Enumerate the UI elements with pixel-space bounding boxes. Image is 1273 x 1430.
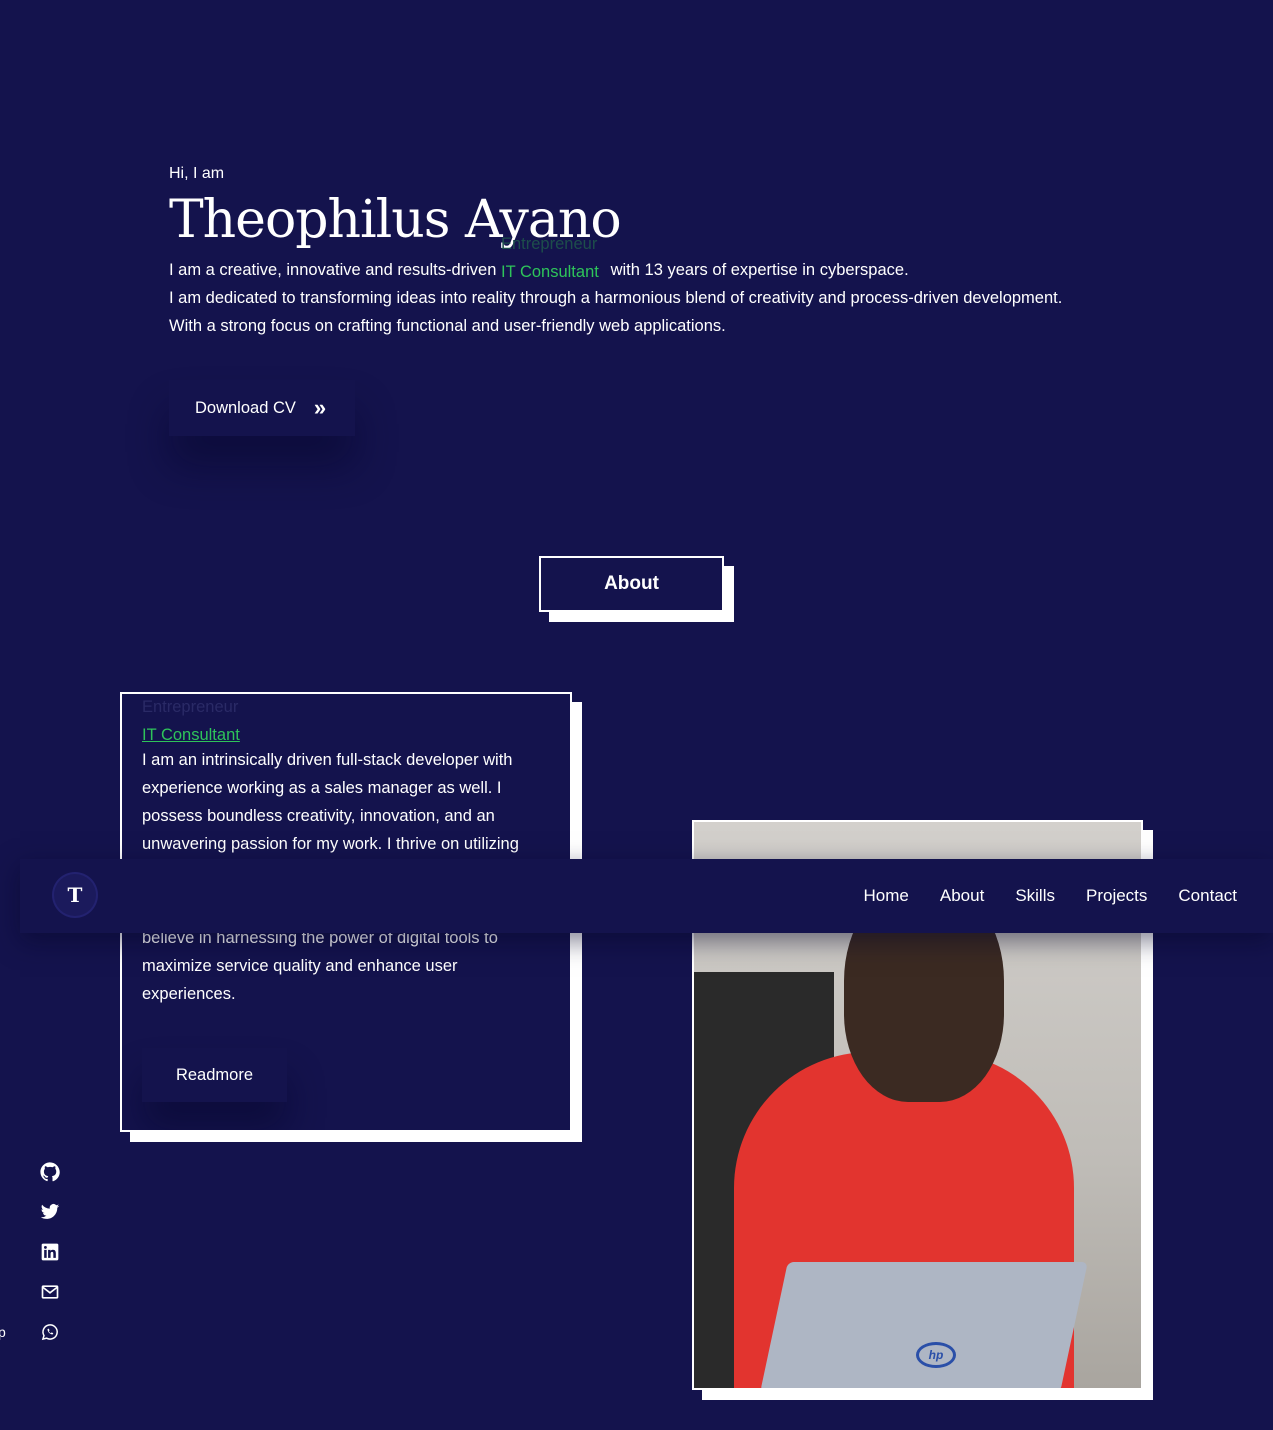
whatsapp-icon[interactable] [40,1322,60,1342]
double-chevron-right-icon: » [313,395,327,420]
social-links [40,1162,60,1342]
about-role-active[interactable]: IT Consultant [142,722,240,748]
download-cv-button[interactable]: Download CV » [169,380,355,436]
nav-link-about[interactable]: About [940,886,984,906]
about-text-line: experiences. [142,985,236,1003]
about-paragraph-top: I am an intrinsically driven full-stack … [142,746,550,858]
nav-link-contact[interactable]: Contact [1178,886,1237,906]
hero-name: Theophilus Ayano [169,190,622,250]
hero-role-active: IT Consultant [501,263,599,281]
linkedin-icon[interactable] [40,1242,60,1262]
photo-laptop [760,1262,1088,1388]
about-role-faded: Entrepreneur [142,698,239,716]
edge-partial-text: p [0,1324,6,1340]
logo[interactable]: T [54,874,96,916]
github-icon[interactable] [40,1162,60,1182]
logo-letter: T [67,883,83,907]
about-paragraph-bottom: believe in harnessing the power of digit… [142,924,552,1008]
about-text-line: I am an intrinsically driven full-stack … [142,751,513,769]
top-navbar: T Home About Skills Projects Contact [20,859,1273,933]
hero-line-3: With a strong focus on crafting function… [169,317,726,335]
about-role-rotator: Entrepreneur IT Consultant [142,694,550,746]
hero-intro-after: with 13 years of expertise in cyberspace… [610,261,909,279]
about-section-title: About [539,556,724,612]
about-text-line: unwavering passion for my work. I thrive… [142,835,519,853]
hero-line-2: I am dedicated to transforming ideas int… [169,289,1063,307]
hero-role-faded: Entrepreneur [501,235,598,253]
twitter-icon[interactable] [40,1202,60,1222]
hero-intro-before: I am a creative, innovative and results-… [169,261,497,279]
laptop-logo-icon: hp [916,1342,956,1368]
hero-intro: I am a creative, innovative and results-… [169,235,1169,340]
nav-link-skills[interactable]: Skills [1015,886,1055,906]
mail-icon[interactable] [40,1282,60,1302]
about-text-line: maximize service quality and enhance use… [142,957,458,975]
hero-section: Hi, I am Theophilus Ayano I am a creativ… [169,160,1169,340]
hero-greeting: Hi, I am [169,165,225,182]
about-text-line: possess boundless creativity, innovation… [142,807,495,825]
readmore-button[interactable]: Readmore [142,1048,287,1102]
hero-role-rotator: Entrepreneur IT Consultant [501,235,606,284]
nav-link-projects[interactable]: Projects [1086,886,1147,906]
about-text-line: experience working as a sales manager as… [142,779,502,797]
download-cv-label: Download CV [195,398,296,417]
nav-links: Home About Skills Projects Contact [864,859,1237,933]
nav-link-home[interactable]: Home [864,886,909,906]
